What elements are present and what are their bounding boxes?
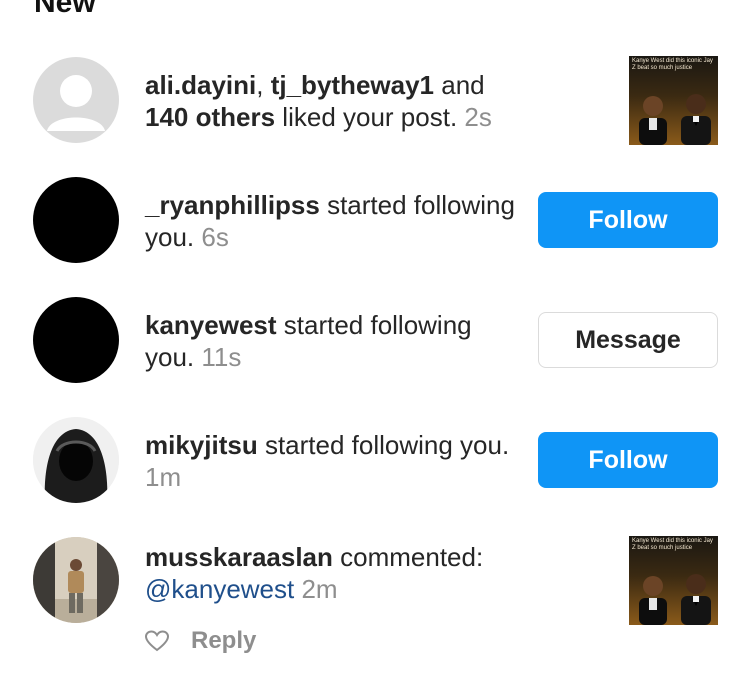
post-thumbnail[interactable]: Kanye West did this iconic Jay Z beat so… bbox=[629, 56, 718, 145]
reply-link[interactable]: Reply bbox=[191, 627, 256, 655]
person-figure-icon bbox=[639, 96, 667, 145]
notification-text: mikyjitsu started following you. 1m bbox=[145, 430, 510, 492]
black-avatar[interactable] bbox=[33, 177, 119, 263]
username[interactable]: mikyjitsu bbox=[145, 430, 258, 460]
notification-text: musskaraaslan commented: @kanyewest 2m bbox=[145, 542, 484, 604]
page-title: New bbox=[34, 0, 96, 19]
person-photo-icon bbox=[33, 537, 119, 623]
timestamp: 6s bbox=[201, 222, 229, 252]
hooded-figure-avatar[interactable] bbox=[33, 417, 119, 503]
username[interactable]: _ryanphillipss bbox=[145, 190, 320, 220]
message-button[interactable]: Message bbox=[538, 312, 718, 368]
notification-text: _ryanphillipss started following you. 6s bbox=[145, 190, 515, 252]
timestamp: 2m bbox=[301, 574, 338, 604]
notification-text: kanyewest started following you. 11s bbox=[145, 310, 472, 372]
others-count[interactable]: 140 others bbox=[145, 102, 275, 132]
username[interactable]: musskaraaslan bbox=[145, 542, 333, 572]
user-silhouette-icon bbox=[47, 75, 105, 131]
thumbnail-caption: Kanye West did this iconic Jay Z beat so… bbox=[632, 58, 713, 71]
person-figure-icon bbox=[681, 94, 711, 145]
notification-text: ali.dayini, tj_bytheway1 and 140 others … bbox=[145, 70, 492, 132]
post-thumbnail[interactable]: Kanye West did this iconic Jay Z beat so… bbox=[629, 536, 718, 625]
follow-button[interactable]: Follow bbox=[538, 192, 718, 248]
comment-actions: Reply bbox=[145, 627, 256, 655]
thumbnail-caption: Kanye West did this iconic Jay Z beat so… bbox=[632, 538, 713, 551]
photo-avatar[interactable] bbox=[33, 537, 119, 623]
timestamp: 1m bbox=[145, 462, 182, 492]
person-figure-icon bbox=[681, 574, 711, 625]
username[interactable]: kanyewest bbox=[145, 310, 277, 340]
timestamp: 2s bbox=[464, 102, 492, 132]
heart-outline-icon[interactable] bbox=[145, 630, 169, 652]
follow-button[interactable]: Follow bbox=[538, 432, 718, 488]
timestamp: 11s bbox=[201, 342, 242, 372]
hooded-figure-icon bbox=[33, 417, 119, 503]
person-figure-icon bbox=[639, 576, 667, 625]
default-avatar[interactable] bbox=[33, 57, 119, 143]
username[interactable]: tj_bytheway1 bbox=[271, 70, 434, 100]
username[interactable]: ali.dayini bbox=[145, 70, 256, 100]
mention-link[interactable]: @kanyewest bbox=[145, 574, 294, 604]
black-avatar[interactable] bbox=[33, 297, 119, 383]
